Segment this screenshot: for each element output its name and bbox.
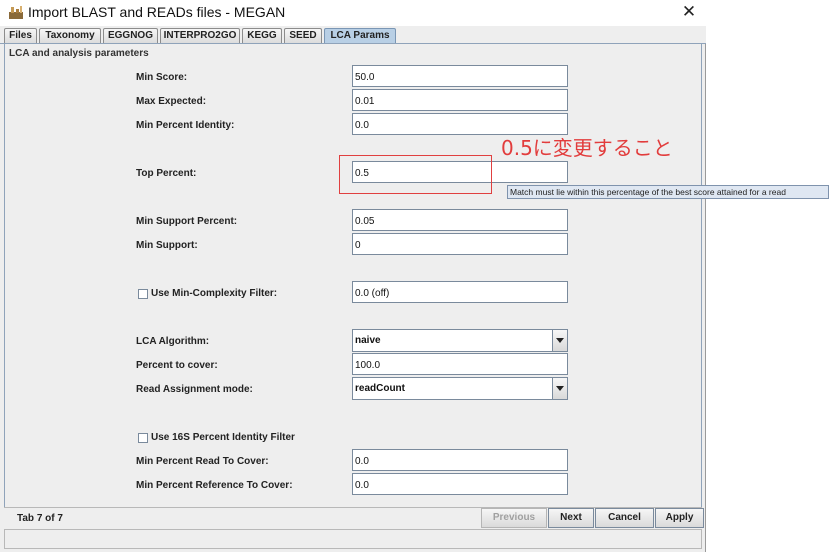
tab-interpro2go[interactable]: INTERPRO2GO (160, 28, 240, 43)
cancel-button[interactable]: Cancel (595, 508, 654, 528)
lca-algorithm-label: LCA Algorithm: (136, 336, 210, 347)
next-button[interactable]: Next (548, 508, 594, 528)
title-bar: Import BLAST and READs files - MEGAN ✕ (0, 0, 706, 26)
min-support-label: Min Support: (136, 240, 198, 251)
percent-to-cover-label: Percent to cover: (136, 360, 218, 371)
chevron-down-icon[interactable] (552, 378, 567, 399)
min-complexity-label[interactable]: Use Min-Complexity Filter: (151, 288, 277, 299)
min-percent-read-to-cover-label: Min Percent Read To Cover: (136, 456, 269, 467)
tab-eggnog[interactable]: EGGNOG (103, 28, 158, 43)
megan-app-icon (9, 6, 23, 19)
section-title: LCA and analysis parameters (9, 48, 149, 59)
annotation-text: 0.5に変更すること (501, 136, 673, 160)
top-percent-tooltip: Match must lie within this percentage of… (507, 185, 829, 199)
min-complexity-input[interactable]: 0.0 (off) (352, 281, 568, 303)
annotation-highlight-box (339, 155, 492, 194)
previous-button[interactable]: Previous (481, 508, 547, 528)
read-assignment-mode-value: readCount (355, 383, 405, 394)
min-score-input[interactable]: 50.0 (352, 65, 568, 87)
tab-status: Tab 7 of 7 (17, 513, 63, 524)
status-bar (4, 529, 702, 549)
max-expected-input[interactable]: 0.01 (352, 89, 568, 111)
min-support-input[interactable]: 0 (352, 233, 568, 255)
max-expected-label: Max Expected: (136, 96, 207, 107)
min-score-label: Min Score: (136, 72, 188, 83)
use-16s-filter-label[interactable]: Use 16S Percent Identity Filter (151, 432, 295, 443)
tab-kegg[interactable]: KEGG (242, 28, 282, 43)
tab-lca-params[interactable]: LCA Params (324, 28, 396, 44)
apply-button[interactable]: Apply (655, 508, 704, 528)
min-percent-reference-to-cover-input[interactable]: 0.0 (352, 473, 568, 495)
read-assignment-mode-label: Read Assignment mode: (136, 384, 253, 395)
lca-algorithm-select[interactable]: naive (352, 329, 568, 352)
min-percent-read-to-cover-input[interactable]: 0.0 (352, 449, 568, 471)
chevron-down-icon[interactable] (552, 330, 567, 351)
min-percent-identity-label: Min Percent Identity: (136, 120, 235, 131)
use-16s-filter-checkbox[interactable] (138, 433, 148, 443)
min-support-percent-input[interactable]: 0.05 (352, 209, 568, 231)
tab-taxonomy[interactable]: Taxonomy (39, 28, 101, 43)
min-complexity-checkbox[interactable] (138, 289, 148, 299)
tab-seed[interactable]: SEED (284, 28, 322, 43)
top-percent-label: Top Percent: (136, 168, 197, 179)
import-dialog: Import BLAST and READs files - MEGAN ✕ F… (0, 0, 706, 552)
percent-to-cover-input[interactable]: 100.0 (352, 353, 568, 375)
min-percent-reference-to-cover-label: Min Percent Reference To Cover: (136, 480, 293, 491)
read-assignment-mode-select[interactable]: readCount (352, 377, 568, 400)
close-icon[interactable]: ✕ (679, 0, 699, 24)
lca-algorithm-value: naive (355, 335, 381, 346)
tab-files[interactable]: Files (4, 28, 37, 43)
min-support-percent-label: Min Support Percent: (136, 216, 238, 227)
window-title: Import BLAST and READs files - MEGAN (28, 4, 286, 20)
